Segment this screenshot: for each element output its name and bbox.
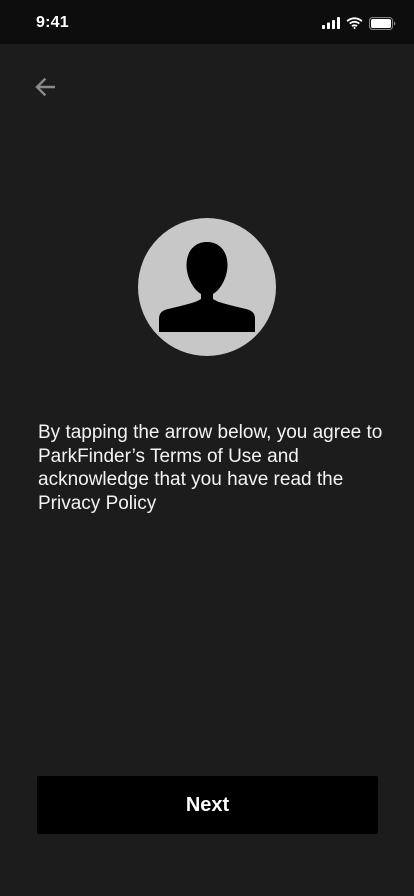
status-icons	[322, 16, 396, 30]
back-button[interactable]	[30, 74, 60, 104]
status-time: 9:41	[36, 14, 69, 31]
avatar	[138, 218, 276, 356]
user-silhouette-icon	[138, 218, 276, 356]
consent-text: By tapping the arrow below, you agree to…	[38, 422, 383, 514]
battery-icon	[369, 16, 396, 30]
cellular-signal-icon	[322, 17, 340, 29]
status-bar: 9:41	[0, 0, 414, 44]
wifi-icon	[346, 17, 363, 29]
next-button[interactable]: Next	[37, 776, 378, 834]
arrow-left-icon	[35, 77, 56, 101]
